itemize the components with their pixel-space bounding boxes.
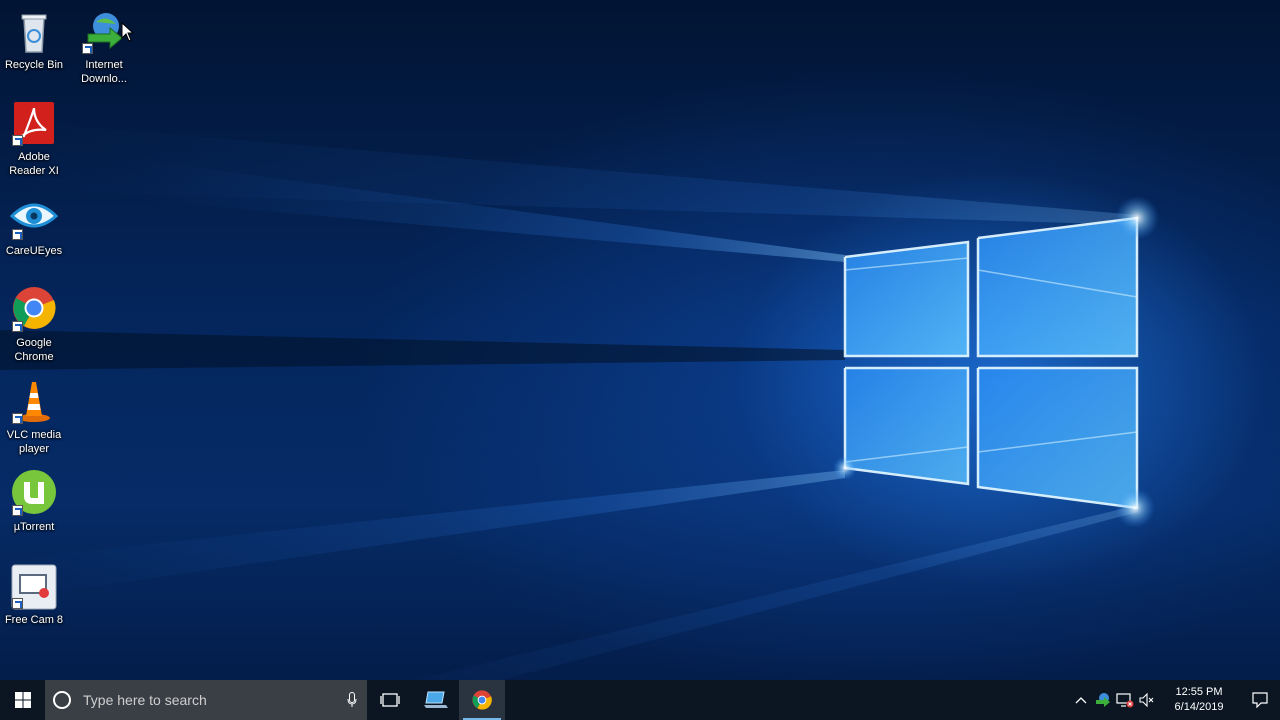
laptop-icon xyxy=(424,691,448,708)
clock-time: 12:55 PM xyxy=(1175,686,1223,698)
network-disconnected-icon xyxy=(1116,693,1134,708)
start-button[interactable] xyxy=(0,680,45,720)
free-cam-icon xyxy=(10,563,58,611)
desktop-icon-label: VLC media player xyxy=(6,429,62,455)
internet-download-manager-icon xyxy=(1096,693,1110,707)
careueyes-icon xyxy=(9,194,59,242)
chrome-icon xyxy=(10,286,58,334)
taskbar-clock[interactable]: 12:55 PM 6/14/2019 xyxy=(1164,685,1234,715)
tray-idm-button[interactable] xyxy=(1092,680,1114,720)
microphone-icon xyxy=(347,692,357,707)
taskbar-search-box[interactable] xyxy=(45,680,367,720)
vlc-icon xyxy=(10,378,58,426)
show-hidden-icons-button[interactable] xyxy=(1070,680,1092,720)
recycle-bin-icon xyxy=(10,8,58,56)
action-center-button[interactable] xyxy=(1240,680,1280,720)
shortcut-arrow-icon xyxy=(12,598,23,609)
desktop-icon-adobe-reader[interactable]: Adobe Reader XI xyxy=(0,100,70,178)
clock-date: 6/14/2019 xyxy=(1174,701,1224,713)
desktop-icon-label: Google Chrome xyxy=(14,337,54,363)
shortcut-arrow-icon xyxy=(12,135,23,146)
desktop-icon-label: Recycle Bin xyxy=(4,59,64,71)
task-view-icon xyxy=(380,693,400,707)
adobe-reader-icon xyxy=(10,100,58,148)
desktop-icon-label: CareUEyes xyxy=(5,245,63,257)
shortcut-arrow-icon xyxy=(82,43,93,54)
speaker-muted-icon xyxy=(1139,693,1154,707)
cortana-icon xyxy=(53,691,71,709)
task-view-button[interactable] xyxy=(367,680,413,720)
volume-button[interactable] xyxy=(1136,680,1158,720)
desktop-icon-vlc[interactable]: VLC media player xyxy=(0,378,70,456)
chrome-icon xyxy=(472,690,492,710)
search-input[interactable] xyxy=(81,691,337,709)
desktop-icon-label: Adobe Reader XI xyxy=(9,151,59,177)
desktop-icon-google-chrome[interactable]: Google Chrome xyxy=(0,286,70,364)
microphone-button[interactable] xyxy=(337,680,367,720)
desktop-icon-free-cam[interactable]: Free Cam 8 xyxy=(0,563,70,627)
desktop-icon-label: µTorrent xyxy=(13,521,55,533)
desktop-icon-label: Free Cam 8 xyxy=(4,614,64,626)
system-tray: 12:55 PM 6/14/2019 xyxy=(1070,680,1280,720)
desktop-icon-recycle-bin[interactable]: Recycle Bin xyxy=(0,8,70,72)
utorrent-icon xyxy=(10,470,58,518)
network-button[interactable] xyxy=(1114,680,1136,720)
shortcut-arrow-icon xyxy=(12,321,23,332)
windows-logo-icon xyxy=(14,692,31,708)
shortcut-arrow-icon xyxy=(12,413,23,424)
desktop-icon-utorrent[interactable]: µTorrent xyxy=(0,470,70,534)
desktop-icon-label: Internet Downlo... xyxy=(81,59,127,85)
taskbar-app-google-chrome[interactable] xyxy=(459,680,505,720)
desktop-icon-careueyes[interactable]: CareUEyes xyxy=(0,194,70,258)
desktop-icon-internet-download-manager[interactable]: Internet Downlo... xyxy=(68,8,140,86)
desktop-wallpaper xyxy=(0,0,1280,720)
shortcut-arrow-icon xyxy=(12,229,23,240)
mouse-pointer-icon xyxy=(121,22,135,42)
shortcut-arrow-icon xyxy=(12,505,23,516)
taskbar-app-laptop[interactable] xyxy=(413,680,459,720)
windows-logo-light xyxy=(0,120,1159,720)
notification-icon xyxy=(1252,692,1268,708)
taskbar: 12:55 PM 6/14/2019 xyxy=(0,680,1280,720)
chevron-up-icon xyxy=(1075,697,1087,704)
